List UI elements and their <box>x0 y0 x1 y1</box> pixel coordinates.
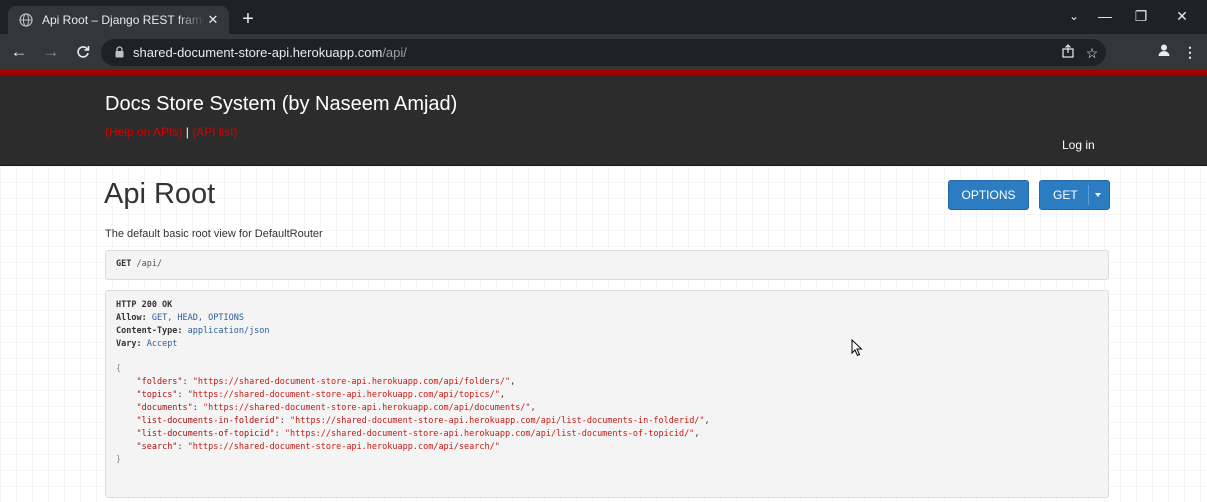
json-link[interactable]: "https://shared-document-store-api.herok… <box>285 429 694 439</box>
browser-tab-bar: Api Root – Django REST framewo ✕ + ⌄ — ❐… <box>0 0 1207 34</box>
json-link[interactable]: "https://shared-document-store-api.herok… <box>193 377 510 387</box>
help-on-apis-link[interactable]: (Help on APIs) <box>105 125 182 139</box>
address-bar[interactable]: shared-document-store-api.herokuapp.com/… <box>101 39 1106 66</box>
minimize-button[interactable]: — <box>1087 4 1123 28</box>
json-entry-list-documents-in-folderid: "list-documents-in-folderid": "https://s… <box>136 416 710 426</box>
forward-arrow-icon[interactable]: → <box>40 41 62 63</box>
json-open-brace: { <box>116 364 122 374</box>
page-title: Api Root <box>104 178 216 210</box>
json-close-brace: } <box>116 455 122 465</box>
profile-icon[interactable] <box>1154 42 1174 62</box>
back-arrow-icon[interactable]: ← <box>8 41 30 63</box>
get-button-label: GET <box>1053 188 1078 202</box>
mouse-pointer-icon <box>851 339 863 357</box>
page-description: The default basic root view for DefaultR… <box>105 228 323 240</box>
button-divider <box>1088 185 1089 205</box>
url-text: shared-document-store-api.herokuapp.com/… <box>133 45 407 60</box>
link-separator: | <box>185 125 189 139</box>
caret-down-icon[interactable] <box>1095 193 1101 197</box>
site-navbar: Docs Store System (by Naseem Amjad) (Hel… <box>0 75 1207 166</box>
browser-tab[interactable]: Api Root – Django REST framewo ✕ <box>8 6 229 34</box>
tab-title: Api Root – Django REST framewo <box>42 13 205 27</box>
response-status: HTTP 200 OK <box>116 300 173 310</box>
api-list-link[interactable]: (API list) <box>192 125 237 139</box>
request-method: GET <box>116 259 132 269</box>
json-entry-documents: "documents": "https://shared-document-st… <box>136 403 536 413</box>
reload-icon[interactable] <box>72 41 94 63</box>
response-header: Vary: Accept <box>116 339 178 349</box>
globe-icon <box>18 12 34 28</box>
share-icon[interactable] <box>1059 44 1077 62</box>
kebab-menu-icon[interactable]: ⋮ <box>1180 42 1200 62</box>
json-link[interactable]: "https://shared-document-store-api.herok… <box>188 390 500 400</box>
request-info: GET /api/ <box>105 250 1109 280</box>
new-tab-button[interactable]: + <box>236 8 260 32</box>
close-window-button[interactable]: ✕ <box>1164 4 1200 28</box>
login-link[interactable]: Log in <box>1062 138 1095 152</box>
json-entry-list-documents-of-topicid: "list-documents-of-topicid": "https://sh… <box>136 429 700 439</box>
json-entry-topics: "topics": "https://shared-document-store… <box>136 390 505 400</box>
response-header: Allow: GET, HEAD, OPTIONS <box>116 313 244 323</box>
request-path: /api/ <box>136 259 163 269</box>
close-tab-icon[interactable]: ✕ <box>205 12 221 28</box>
get-button[interactable]: GET <box>1039 180 1110 210</box>
browser-toolbar: ← → shared-document-store-api.herokuapp.… <box>0 34 1207 70</box>
star-icon[interactable]: ☆ <box>1083 44 1101 62</box>
site-brand[interactable]: Docs Store System (by Naseem Amjad) <box>105 93 457 116</box>
json-link[interactable]: "https://shared-document-store-api.herok… <box>203 403 531 413</box>
json-entry-search: "search": "https://shared-document-store… <box>136 442 500 452</box>
json-link[interactable]: "https://shared-document-store-api.herok… <box>290 416 705 426</box>
restore-button[interactable]: ❐ <box>1123 4 1159 28</box>
navbar-links: (Help on APIs) | (API list) <box>105 125 238 139</box>
response-info: HTTP 200 OK Allow: GET, HEAD, OPTIONS Co… <box>105 290 1109 498</box>
page-content: Api Root OPTIONS GET The default basic r… <box>0 166 1207 502</box>
response-header: Content-Type: application/json <box>116 326 270 336</box>
options-button[interactable]: OPTIONS <box>948 180 1029 210</box>
lock-icon[interactable] <box>115 46 124 58</box>
json-entry-folders: "folders": "https://shared-document-stor… <box>136 377 516 387</box>
json-link[interactable]: "https://shared-document-store-api.herok… <box>188 442 500 452</box>
